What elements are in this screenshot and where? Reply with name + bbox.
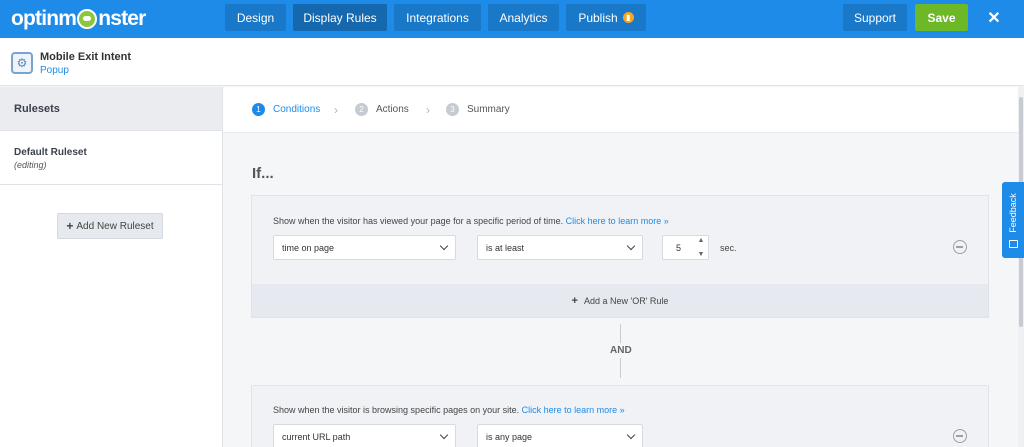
- chevron-right-icon: ›: [426, 103, 430, 117]
- monster-mascot-icon: [77, 9, 98, 29]
- chat-icon: [1009, 240, 1018, 248]
- operator-select-value: is any page: [486, 431, 533, 442]
- main-panel: 1 Conditions › 2 Actions › 3 Summary If.…: [223, 87, 1018, 447]
- rule-description-text: Show when the visitor is browsing specif…: [273, 405, 520, 415]
- logo-text-start: optinm: [11, 7, 77, 30]
- scrollbar[interactable]: [1018, 87, 1024, 447]
- condition-select[interactable]: current URL path: [273, 424, 456, 447]
- tab-integrations-label: Integrations: [406, 10, 469, 25]
- step-label: Summary: [467, 104, 510, 115]
- seconds-value: 5: [675, 242, 681, 253]
- step-number: 3: [446, 103, 459, 116]
- plus-icon: +: [66, 219, 74, 233]
- ruleset-item-default[interactable]: Default Ruleset (editing): [0, 131, 222, 185]
- tab-integrations[interactable]: Integrations: [394, 4, 481, 31]
- step-number: 2: [355, 103, 368, 116]
- tab-analytics-label: Analytics: [499, 10, 548, 25]
- condition-select-value: current URL path: [282, 431, 351, 442]
- learn-more-link[interactable]: Click here to learn more »: [566, 216, 669, 226]
- step-number: 1: [252, 103, 265, 116]
- step-conditions[interactable]: 1 Conditions: [252, 103, 320, 116]
- feedback-label: Feedback: [1008, 193, 1018, 233]
- conditions-content: If... Show when the visitor has viewed y…: [223, 133, 1018, 447]
- add-or-rule-button[interactable]: + Add a New 'OR' Rule: [252, 284, 988, 317]
- add-or-rule-label: Add a New 'OR' Rule: [583, 295, 669, 306]
- optinmonster-logo[interactable]: optinm nster: [11, 4, 146, 34]
- operator-select[interactable]: is at least: [477, 235, 643, 260]
- chevron-right-icon: ›: [334, 103, 338, 117]
- rulesets-sidebar: Rulesets Default Ruleset (editing) + Add…: [0, 87, 223, 447]
- tab-publish[interactable]: Publish ▮: [566, 4, 646, 31]
- number-stepper[interactable]: ▲ ▼: [695, 237, 707, 258]
- step-progress: 1 Conditions › 2 Actions › 3 Summary: [223, 87, 1018, 133]
- seconds-input[interactable]: 5 ▲ ▼: [662, 235, 709, 260]
- chevron-down-icon: [626, 430, 636, 440]
- stepper-up-icon[interactable]: ▲: [698, 237, 705, 244]
- rule-description-text: Show when the visitor has viewed your pa…: [273, 216, 564, 226]
- remove-rule-icon[interactable]: [953, 240, 967, 254]
- gear-icon[interactable]: ⚙: [11, 52, 33, 74]
- tab-analytics[interactable]: Analytics: [488, 4, 559, 31]
- condition-select-value: time on page: [282, 242, 335, 253]
- step-label: Conditions: [273, 104, 321, 115]
- tab-display-rules[interactable]: Display Rules: [293, 4, 387, 31]
- save-button[interactable]: Save: [915, 4, 968, 31]
- rule-description: Show when the visitor is browsing specif…: [273, 405, 625, 415]
- campaign-title: Mobile Exit Intent: [40, 51, 132, 63]
- seconds-unit: sec.: [720, 243, 737, 253]
- ruleset-name: Default Ruleset: [14, 147, 87, 158]
- rule-description: Show when the visitor has viewed your pa…: [273, 216, 669, 226]
- stepper-down-icon[interactable]: ▼: [698, 251, 705, 258]
- remove-rule-icon[interactable]: [953, 429, 967, 443]
- tab-design[interactable]: Design: [225, 4, 286, 31]
- campaign-type: Popup: [40, 65, 69, 76]
- tab-display-rules-label: Display Rules: [303, 10, 377, 25]
- tab-publish-label: Publish: [578, 10, 618, 25]
- chevron-down-icon: [626, 241, 636, 251]
- rule-card-time-on-page: Show when the visitor has viewed your pa…: [251, 195, 989, 318]
- add-new-ruleset-label: Add New Ruleset: [76, 220, 154, 232]
- ruleset-status: (editing): [14, 160, 47, 170]
- learn-more-link[interactable]: Click here to learn more »: [522, 405, 625, 415]
- operator-select[interactable]: is any page: [477, 424, 643, 447]
- condition-select[interactable]: time on page: [273, 235, 456, 260]
- top-nav-bar: optinm nster Design Display Rules Integr…: [0, 0, 1024, 38]
- logo-text-end: nster: [98, 7, 146, 30]
- chevron-down-icon: [439, 241, 449, 251]
- chevron-down-icon: [439, 430, 449, 440]
- step-actions[interactable]: 2 Actions: [355, 103, 409, 116]
- tab-design-label: Design: [236, 10, 275, 25]
- rulesets-heading: Rulesets: [0, 87, 222, 131]
- support-button[interactable]: Support: [843, 4, 907, 31]
- operator-select-value: is at least: [486, 242, 525, 253]
- plus-icon: +: [571, 294, 578, 307]
- add-new-ruleset-button[interactable]: + Add New Ruleset: [57, 213, 163, 239]
- feedback-tab[interactable]: Feedback: [1002, 182, 1024, 258]
- step-summary[interactable]: 3 Summary: [446, 103, 510, 116]
- campaign-header: ⚙ Mobile Exit Intent Popup: [0, 38, 1024, 86]
- publish-status-icon: ▮: [622, 12, 634, 23]
- and-label: AND: [606, 343, 636, 358]
- rule-card-url-path: Show when the visitor is browsing specif…: [251, 385, 989, 447]
- close-icon[interactable]: ✕: [982, 4, 1006, 31]
- if-heading: If...: [252, 165, 274, 182]
- step-label: Actions: [376, 104, 409, 115]
